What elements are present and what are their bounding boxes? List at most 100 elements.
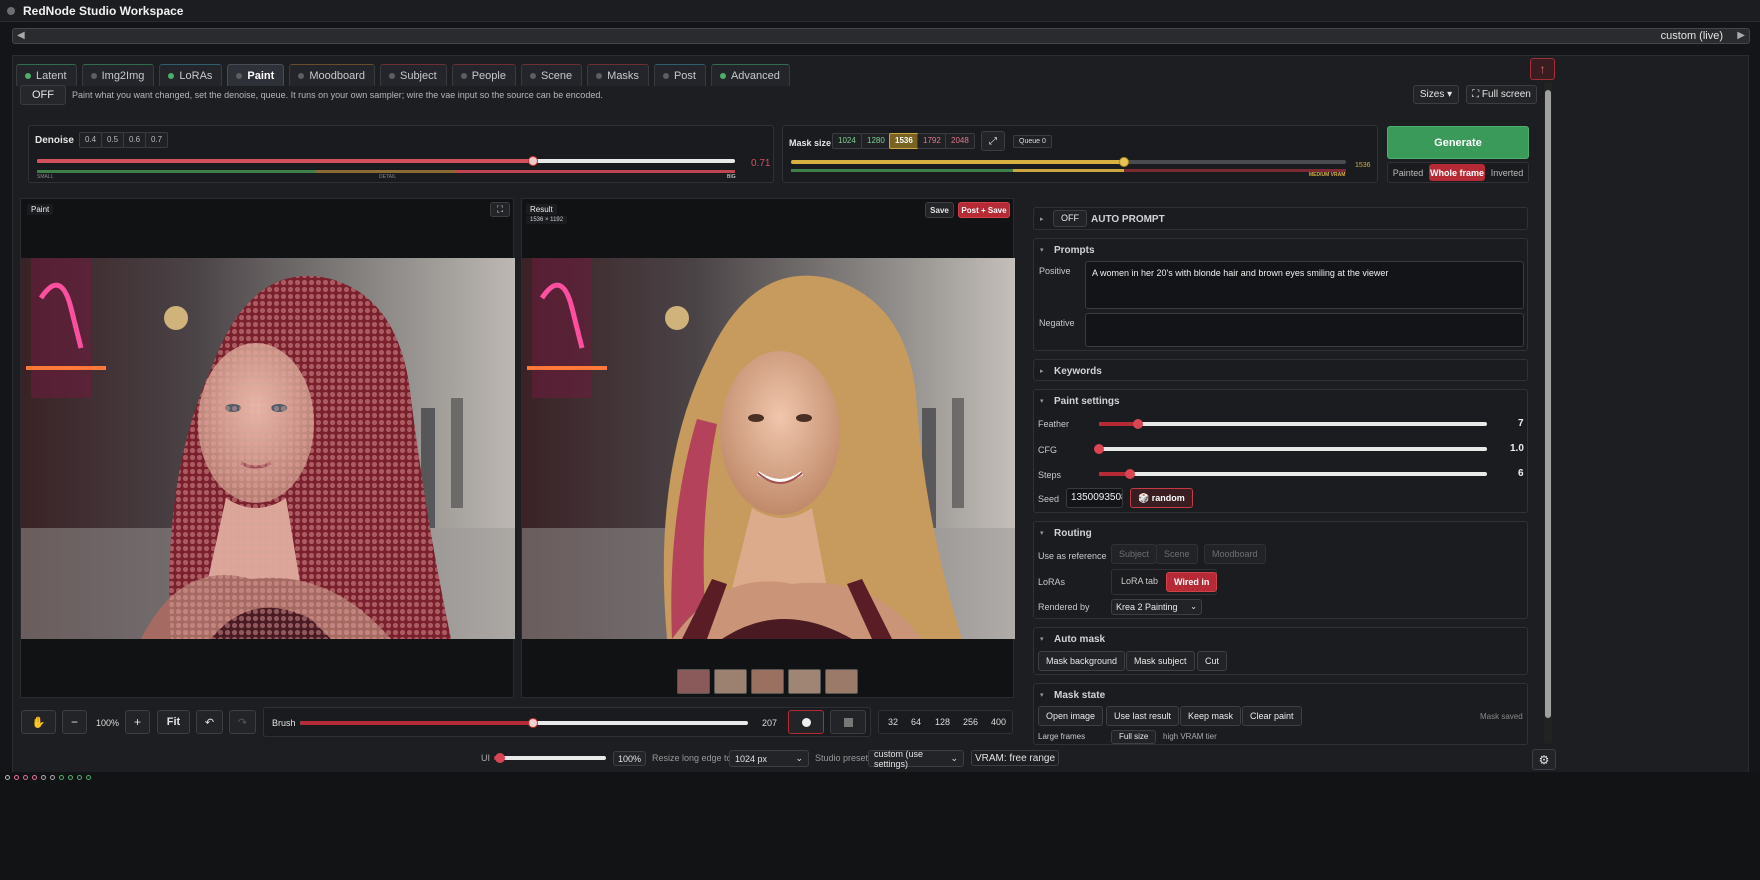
- ref-subject[interactable]: Subject: [1111, 544, 1158, 564]
- mask-size-knob[interactable]: [1119, 157, 1129, 167]
- ui-scale-slider[interactable]: [494, 753, 606, 763]
- cut-button[interactable]: Cut: [1197, 651, 1228, 671]
- zoom-in-button[interactable]: +: [125, 710, 150, 734]
- ref-scene[interactable]: Scene: [1156, 544, 1198, 564]
- paint-fullscreen-button[interactable]: ⛶: [490, 202, 510, 217]
- mask-size-2048[interactable]: 2048: [945, 133, 975, 149]
- positive-prompt-input[interactable]: A women in her 20's with blonde hair and…: [1085, 261, 1524, 309]
- brush-slider[interactable]: [300, 718, 748, 728]
- resize-select[interactable]: 1024 px ⌄: [729, 750, 809, 767]
- mask-size-1536[interactable]: 1536: [889, 133, 919, 149]
- steps-knob[interactable]: [1125, 469, 1136, 479]
- studio-preset-select[interactable]: custom (use settings) ⌄: [868, 749, 964, 769]
- side-scrollbar[interactable]: [1544, 82, 1552, 744]
- denoise-knob[interactable]: [527, 156, 538, 166]
- zoom-out-button[interactable]: −: [62, 710, 87, 734]
- keywords-section[interactable]: ▸ Keywords: [1033, 359, 1528, 381]
- tab-loras[interactable]: LoRAs: [159, 64, 223, 86]
- generate-button[interactable]: Generate: [1387, 126, 1529, 159]
- auto-prompt-section[interactable]: ▸ OFF AUTO PROMPT: [1033, 207, 1528, 230]
- brush-knob[interactable]: [527, 718, 538, 728]
- denoise-preset-3[interactable]: 0.6: [123, 132, 147, 148]
- fullscreen-button[interactable]: ⛶ Full screen: [1466, 85, 1537, 104]
- keep-mask-button[interactable]: Keep mask: [1180, 706, 1242, 726]
- tab-people[interactable]: People: [451, 64, 516, 86]
- mode-painted[interactable]: Painted: [1390, 164, 1426, 181]
- pan-button[interactable]: ✋: [21, 710, 56, 734]
- collapse-caret-icon[interactable]: ▾: [1040, 397, 1044, 405]
- scroll-top-button[interactable]: ↑: [1530, 58, 1555, 80]
- brush-size-256[interactable]: 256: [963, 717, 978, 727]
- denoise-preset-4[interactable]: 0.7: [145, 132, 169, 148]
- ui-scale-knob[interactable]: [494, 753, 505, 763]
- mask-background-button[interactable]: Mask background: [1038, 651, 1126, 671]
- collapse-caret-icon[interactable]: ▾: [1040, 691, 1044, 699]
- brush-mode-paint[interactable]: [788, 710, 824, 734]
- expand-button[interactable]: ⤢: [981, 131, 1005, 151]
- ref-moodboard[interactable]: Moodboard: [1204, 544, 1266, 564]
- history-thumb-2[interactable]: [714, 669, 747, 694]
- steps-slider[interactable]: [1099, 469, 1487, 479]
- lora-wired-in-option[interactable]: Wired in: [1166, 572, 1218, 592]
- cfg-slider[interactable]: [1094, 444, 1487, 454]
- brush-size-400[interactable]: 400: [991, 717, 1006, 727]
- collapse-caret-icon[interactable]: ▾: [1040, 246, 1044, 254]
- tab-img2img[interactable]: Img2Img: [81, 64, 155, 86]
- fit-button[interactable]: Fit: [157, 710, 190, 734]
- history-thumb-1[interactable]: [677, 669, 710, 694]
- paint-toggle[interactable]: OFF: [20, 85, 66, 105]
- mask-size-1024[interactable]: 1024: [832, 133, 862, 149]
- brush-size-32[interactable]: 32: [888, 717, 898, 727]
- auto-prompt-toggle[interactable]: OFF: [1053, 210, 1087, 227]
- settings-button[interactable]: ⚙: [1532, 749, 1556, 770]
- tab-masks[interactable]: Masks: [587, 64, 649, 86]
- feather-slider[interactable]: [1099, 419, 1487, 429]
- open-image-button[interactable]: Open image: [1038, 706, 1104, 726]
- full-size-button[interactable]: Full size: [1111, 730, 1157, 744]
- post-save-button[interactable]: Post + Save: [958, 202, 1010, 218]
- sizes-dropdown[interactable]: Sizes ▾: [1413, 85, 1459, 104]
- renderer-select[interactable]: Krea 2 Painting ⌄: [1111, 599, 1202, 615]
- denoise-preset-2[interactable]: 0.5: [101, 132, 125, 148]
- redo-button[interactable]: ↷: [229, 710, 256, 734]
- mask-size-1792[interactable]: 1792: [917, 133, 947, 149]
- history-thumb-3[interactable]: [751, 669, 784, 694]
- mask-size-slider[interactable]: [791, 157, 1346, 167]
- paint-viewer[interactable]: Paint ⛶: [20, 198, 515, 698]
- negative-prompt-input[interactable]: [1085, 313, 1524, 347]
- tab-latent[interactable]: Latent: [16, 64, 77, 86]
- ui-scale-value[interactable]: 100%: [613, 751, 646, 766]
- lora-tab-option[interactable]: LoRA tab: [1114, 572, 1165, 592]
- save-button[interactable]: Save: [925, 202, 954, 218]
- tab-post[interactable]: Post: [653, 64, 706, 86]
- tab-moodboard[interactable]: Moodboard: [289, 64, 375, 86]
- paint-canvas[interactable]: [21, 258, 515, 639]
- brush-size-128[interactable]: 128: [935, 717, 950, 727]
- mode-inverted[interactable]: Inverted: [1488, 164, 1526, 181]
- cfg-knob[interactable]: [1094, 444, 1104, 454]
- strip-right-arrow-icon[interactable]: ▶: [1737, 30, 1745, 41]
- denoise-slider[interactable]: [37, 156, 735, 166]
- mask-size-1280[interactable]: 1280: [861, 133, 891, 149]
- collapse-caret-icon[interactable]: ▾: [1040, 635, 1044, 643]
- mask-subject-button[interactable]: Mask subject: [1126, 651, 1195, 671]
- result-viewer[interactable]: Result 1536 × 1192 Save Post + Save: [521, 198, 1015, 698]
- tab-scene[interactable]: Scene: [520, 64, 583, 86]
- tab-subject[interactable]: Subject: [379, 64, 447, 86]
- undo-button[interactable]: ↶: [196, 710, 223, 734]
- use-last-result-button[interactable]: Use last result: [1106, 706, 1180, 726]
- history-thumb-5[interactable]: [825, 669, 858, 694]
- history-thumb-4[interactable]: [788, 669, 821, 694]
- seed-input[interactable]: 1350093508: [1066, 488, 1123, 508]
- feather-knob[interactable]: [1132, 419, 1143, 429]
- denoise-preset-1[interactable]: 0.4: [79, 132, 103, 148]
- collapse-caret-icon[interactable]: ▾: [1040, 529, 1044, 537]
- mode-whole-frame[interactable]: Whole frame: [1429, 164, 1485, 181]
- window-dot-icon[interactable]: [7, 7, 15, 15]
- tab-paint[interactable]: Paint: [227, 64, 285, 86]
- clear-paint-button[interactable]: Clear paint: [1242, 706, 1302, 726]
- result-canvas[interactable]: [522, 258, 1015, 639]
- side-scrollbar-thumb[interactable]: [1545, 90, 1551, 718]
- brush-size-64[interactable]: 64: [911, 717, 921, 727]
- tab-advanced[interactable]: Advanced: [710, 64, 790, 86]
